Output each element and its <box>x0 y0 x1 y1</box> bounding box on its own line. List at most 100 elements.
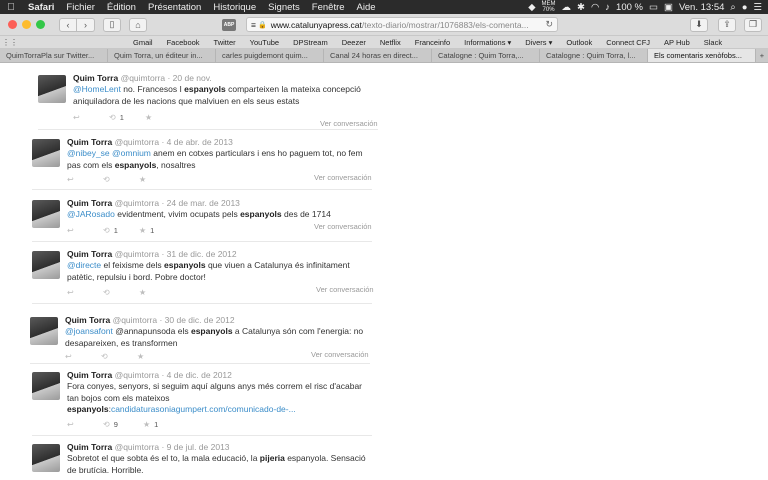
tweet-date[interactable]: · 31 de dic. de 2012 <box>161 249 236 259</box>
creative-cloud-icon[interactable]: ☁ <box>562 2 572 13</box>
author-handle[interactable]: @quimtorra <box>115 370 160 380</box>
tab-4[interactable]: Canal 24 horas en direct... <box>324 49 432 62</box>
author-handle[interactable]: @quimtorra <box>115 442 160 452</box>
close-window-button[interactable] <box>8 20 17 29</box>
retweet-button[interactable]: ⟲ <box>103 175 139 184</box>
volume-icon[interactable]: ♪ <box>605 2 610 13</box>
author-name[interactable]: Quim Torra <box>67 442 112 452</box>
author-name[interactable]: Quim Torra <box>67 198 112 208</box>
favorite-ap-hub[interactable]: AP Hub <box>657 38 697 47</box>
favorite-button[interactable]: ★ <box>145 113 181 122</box>
author-name[interactable]: Quim Torra <box>67 137 112 147</box>
clock[interactable]: Ven. 13:54 <box>679 2 724 13</box>
view-conversation-link[interactable]: Ver conversación <box>314 222 372 231</box>
bluetooth-icon[interactable]: ✱ <box>577 2 585 13</box>
author-name[interactable]: Quim Torra <box>67 249 112 259</box>
favorite-connect-cfj[interactable]: Connect CFJ <box>599 38 657 47</box>
favorite-facebook[interactable]: Facebook <box>160 38 207 47</box>
menu-fenetre[interactable]: Fenêtre <box>306 2 351 13</box>
new-tab-button[interactable]: + <box>756 49 768 62</box>
reply-button[interactable]: ↩ <box>65 352 101 361</box>
user-icon[interactable]: ● <box>742 2 748 13</box>
favorite-button[interactable]: ★ <box>139 175 175 184</box>
retweet-button[interactable]: ⟲ <box>103 288 139 297</box>
tab-3[interactable]: carles puigdemont quim... <box>216 49 324 62</box>
favorite-informations-folder[interactable]: Informations ▾ <box>457 38 518 47</box>
flag-icon[interactable]: ▣ <box>664 2 673 13</box>
menu-edition[interactable]: Édition <box>101 2 142 13</box>
tweet-date[interactable]: · 4 de abr. de 2013 <box>161 137 232 147</box>
apple-icon[interactable]:  <box>0 2 22 13</box>
dropbox-icon[interactable]: ◆ <box>528 2 535 13</box>
view-conversation-link[interactable]: Ver conversación <box>311 350 369 359</box>
menu-app-name[interactable]: Safari <box>22 2 60 13</box>
avatar[interactable] <box>30 317 58 345</box>
mention-link[interactable]: @HomeLent <box>73 84 121 94</box>
author-name[interactable]: Quim Torra <box>65 315 110 325</box>
retweet-button[interactable]: ⟲ 1 <box>109 113 145 122</box>
top-sites-grid-icon[interactable]: ⋮⋮ <box>0 38 20 47</box>
reply-button[interactable]: ↩ <box>67 420 103 429</box>
tab-2[interactable]: Quim Torra, un éditeur in... <box>108 49 216 62</box>
author-name[interactable]: Quim Torra <box>67 370 112 380</box>
author-handle[interactable]: @quimtorra <box>113 315 158 325</box>
author-handle[interactable]: @quimtorra <box>115 137 160 147</box>
tweet-date[interactable]: · 4 de dic. de 2012 <box>161 370 231 380</box>
home-button[interactable]: ⌂ <box>129 17 147 32</box>
reply-button[interactable]: ↩ <box>67 226 103 235</box>
mention-link[interactable]: @joansafont <box>65 326 113 336</box>
mention-link[interactable]: @directe <box>67 260 101 270</box>
tab-5[interactable]: Catalogne : Quim Torra,... <box>432 49 540 62</box>
favorite-franceinfo[interactable]: Franceinfo <box>408 38 457 47</box>
view-conversation-link[interactable]: Ver conversación <box>316 285 374 294</box>
forward-button[interactable]: › <box>77 17 95 32</box>
mention-link[interactable]: @omnium <box>112 148 151 158</box>
author-handle[interactable]: @quimtorra <box>115 249 160 259</box>
notification-center-icon[interactable]: ☰ <box>753 2 762 13</box>
favorite-slack[interactable]: Slack <box>697 38 729 47</box>
favorite-outlook[interactable]: Outlook <box>559 38 599 47</box>
menu-historique[interactable]: Historique <box>207 2 262 13</box>
favorite-twitter[interactable]: Twitter <box>207 38 243 47</box>
downloads-button[interactable]: ⬇ <box>690 17 708 32</box>
favorite-button[interactable]: ★ 1 <box>143 420 179 429</box>
favorite-button[interactable]: ★ <box>137 352 173 361</box>
avatar[interactable] <box>38 75 66 103</box>
tweet-date[interactable]: · 20 de nov. <box>167 73 211 83</box>
reply-button[interactable]: ↩ <box>67 288 103 297</box>
tweet-date[interactable]: · 9 de jul. de 2013 <box>161 442 229 452</box>
mention-link[interactable]: @JARosado <box>67 209 115 219</box>
favorite-button[interactable]: ★ 1 <box>139 226 175 235</box>
menu-aide[interactable]: Aide <box>351 2 382 13</box>
minimize-window-button[interactable] <box>22 20 31 29</box>
avatar[interactable] <box>32 372 60 400</box>
address-bar[interactable]: ≡ 🔒 www.catalunyapress.cat /texto-diario… <box>246 17 558 32</box>
favorite-youtube[interactable]: YouTube <box>243 38 286 47</box>
tab-7-active[interactable]: Els comentaris xenòfobs... <box>648 49 756 62</box>
avatar[interactable] <box>32 200 60 228</box>
view-conversation-link[interactable]: Ver conversación <box>314 173 372 182</box>
sidebar-button[interactable]: ▯ <box>103 17 121 32</box>
tab-1[interactable]: QuimTorraPla sur Twitter... <box>0 49 108 62</box>
wifi-icon[interactable]: ◠ <box>591 2 599 13</box>
reload-icon[interactable]: ↻ <box>545 19 553 30</box>
author-handle[interactable]: @quimtorra <box>115 198 160 208</box>
tab-6[interactable]: Catalogne : Quim Torra, l... <box>540 49 648 62</box>
avatar[interactable] <box>32 139 60 167</box>
favorite-dpstream[interactable]: DPStream <box>286 38 335 47</box>
menu-fichier[interactable]: Fichier <box>60 2 101 13</box>
avatar[interactable] <box>32 444 60 472</box>
favorite-button[interactable]: ★ <box>139 288 175 297</box>
reader-icon[interactable]: ≡ <box>251 20 256 30</box>
adblock-button[interactable]: ABP <box>222 19 236 31</box>
favorite-netflix[interactable]: Netflix <box>373 38 408 47</box>
view-conversation-link[interactable]: Ver conversación <box>320 119 378 128</box>
external-link[interactable]: candidaturasoniagumpert.com/comunicado-d… <box>111 404 296 414</box>
reply-button[interactable]: ↩ <box>73 113 109 122</box>
retweet-button[interactable]: ⟲ 1 <box>103 226 139 235</box>
mention-link[interactable]: @nibey_se <box>67 148 110 158</box>
author-handle[interactable]: @quimtorra <box>121 73 166 83</box>
battery-icon[interactable]: ▭ <box>649 2 658 13</box>
spotlight-icon[interactable]: ⌕ <box>730 2 735 13</box>
memory-indicator[interactable]: MEM 70% <box>542 1 556 13</box>
